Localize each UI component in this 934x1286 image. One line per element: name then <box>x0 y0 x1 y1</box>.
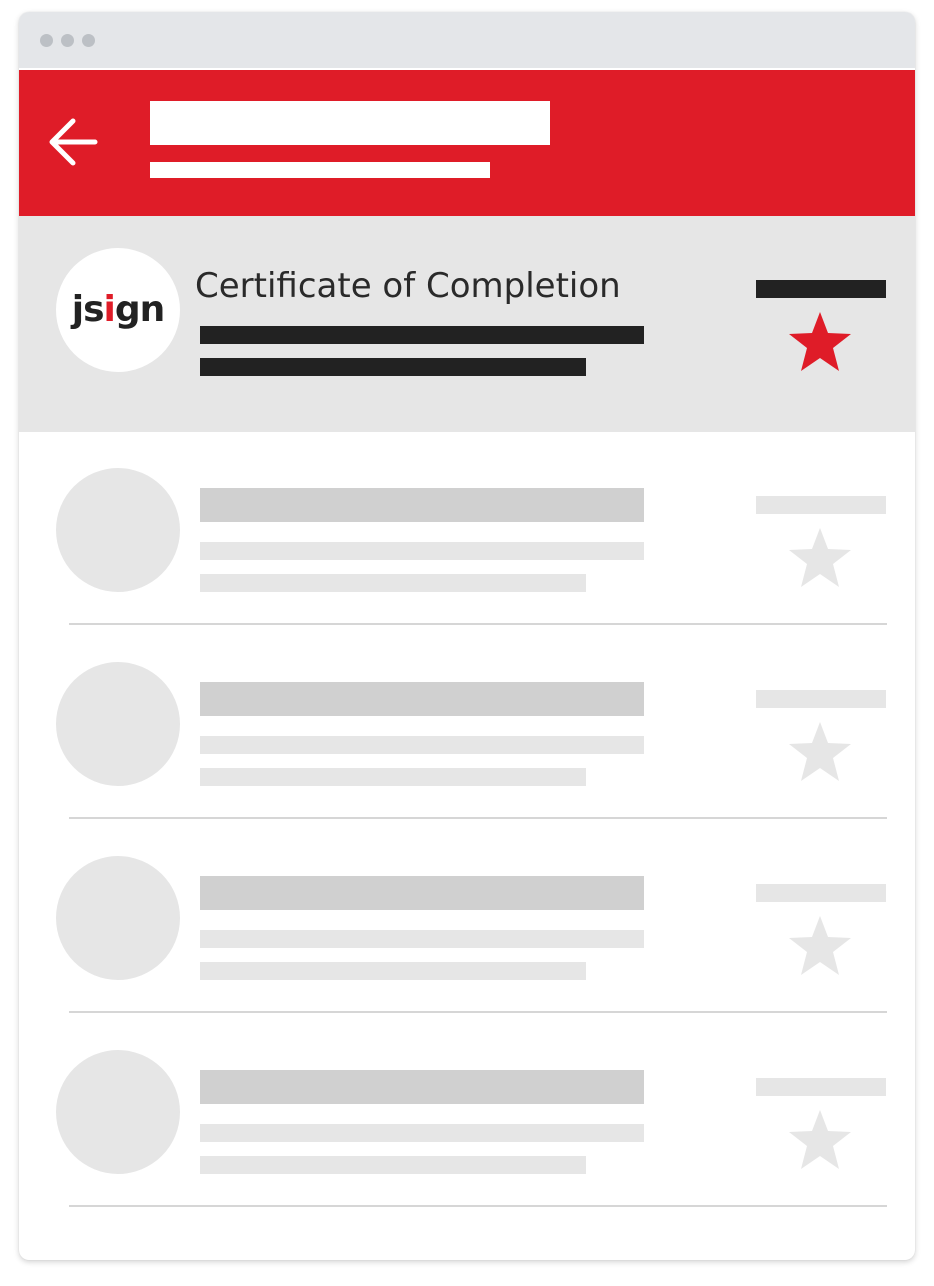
star-icon[interactable] <box>787 914 853 978</box>
date-placeholder <box>756 1078 886 1096</box>
star-icon[interactable] <box>787 310 853 374</box>
star-icon[interactable] <box>787 720 853 784</box>
avatar-placeholder <box>56 468 180 592</box>
window-titlebar <box>19 12 915 68</box>
list-item[interactable] <box>19 820 915 1014</box>
title-placeholder <box>200 488 644 522</box>
line-placeholder <box>200 768 586 786</box>
arrow-left-icon <box>49 118 98 166</box>
logo-suffix: gn <box>114 289 165 330</box>
line-placeholder <box>200 574 586 592</box>
row-divider <box>69 623 887 625</box>
avatar-placeholder <box>56 1050 180 1174</box>
item-line-placeholder <box>200 358 586 376</box>
item-date-placeholder <box>756 280 886 298</box>
app-header <box>19 70 915 216</box>
item-line-placeholder <box>200 326 644 344</box>
browser-window: jsign Certificate of Completion <box>19 12 915 1260</box>
date-placeholder <box>756 690 886 708</box>
line-placeholder <box>200 962 586 980</box>
star-icon[interactable] <box>787 1108 853 1172</box>
window-dot[interactable] <box>82 34 95 47</box>
window-dot[interactable] <box>40 34 53 47</box>
title-placeholder <box>200 682 644 716</box>
highlighted-list-item[interactable]: jsign Certificate of Completion <box>19 216 915 432</box>
window-dot[interactable] <box>61 34 74 47</box>
star-icon[interactable] <box>787 526 853 590</box>
line-placeholder <box>200 736 644 754</box>
list-item[interactable] <box>19 626 915 820</box>
list-item[interactable] <box>19 432 915 626</box>
logo-prefix: js <box>71 289 105 330</box>
back-button[interactable] <box>45 114 101 170</box>
jsign-logo: jsign <box>56 248 180 372</box>
logo-letter-i: i <box>103 289 116 330</box>
header-title-placeholder <box>150 101 550 145</box>
avatar-placeholder <box>56 662 180 786</box>
list-item[interactable] <box>19 1014 915 1208</box>
title-placeholder <box>200 876 644 910</box>
line-placeholder <box>200 930 644 948</box>
line-placeholder <box>200 1124 644 1142</box>
header-subtitle-placeholder <box>150 162 490 178</box>
date-placeholder <box>756 884 886 902</box>
line-placeholder <box>200 1156 586 1174</box>
line-placeholder <box>200 542 644 560</box>
avatar-placeholder <box>56 856 180 980</box>
title-placeholder <box>200 1070 644 1104</box>
item-title: Certificate of Completion <box>195 266 621 306</box>
date-placeholder <box>756 496 886 514</box>
row-divider <box>69 1205 887 1207</box>
row-divider <box>69 1011 887 1013</box>
row-divider <box>69 817 887 819</box>
logo-text: jsign <box>71 289 166 330</box>
